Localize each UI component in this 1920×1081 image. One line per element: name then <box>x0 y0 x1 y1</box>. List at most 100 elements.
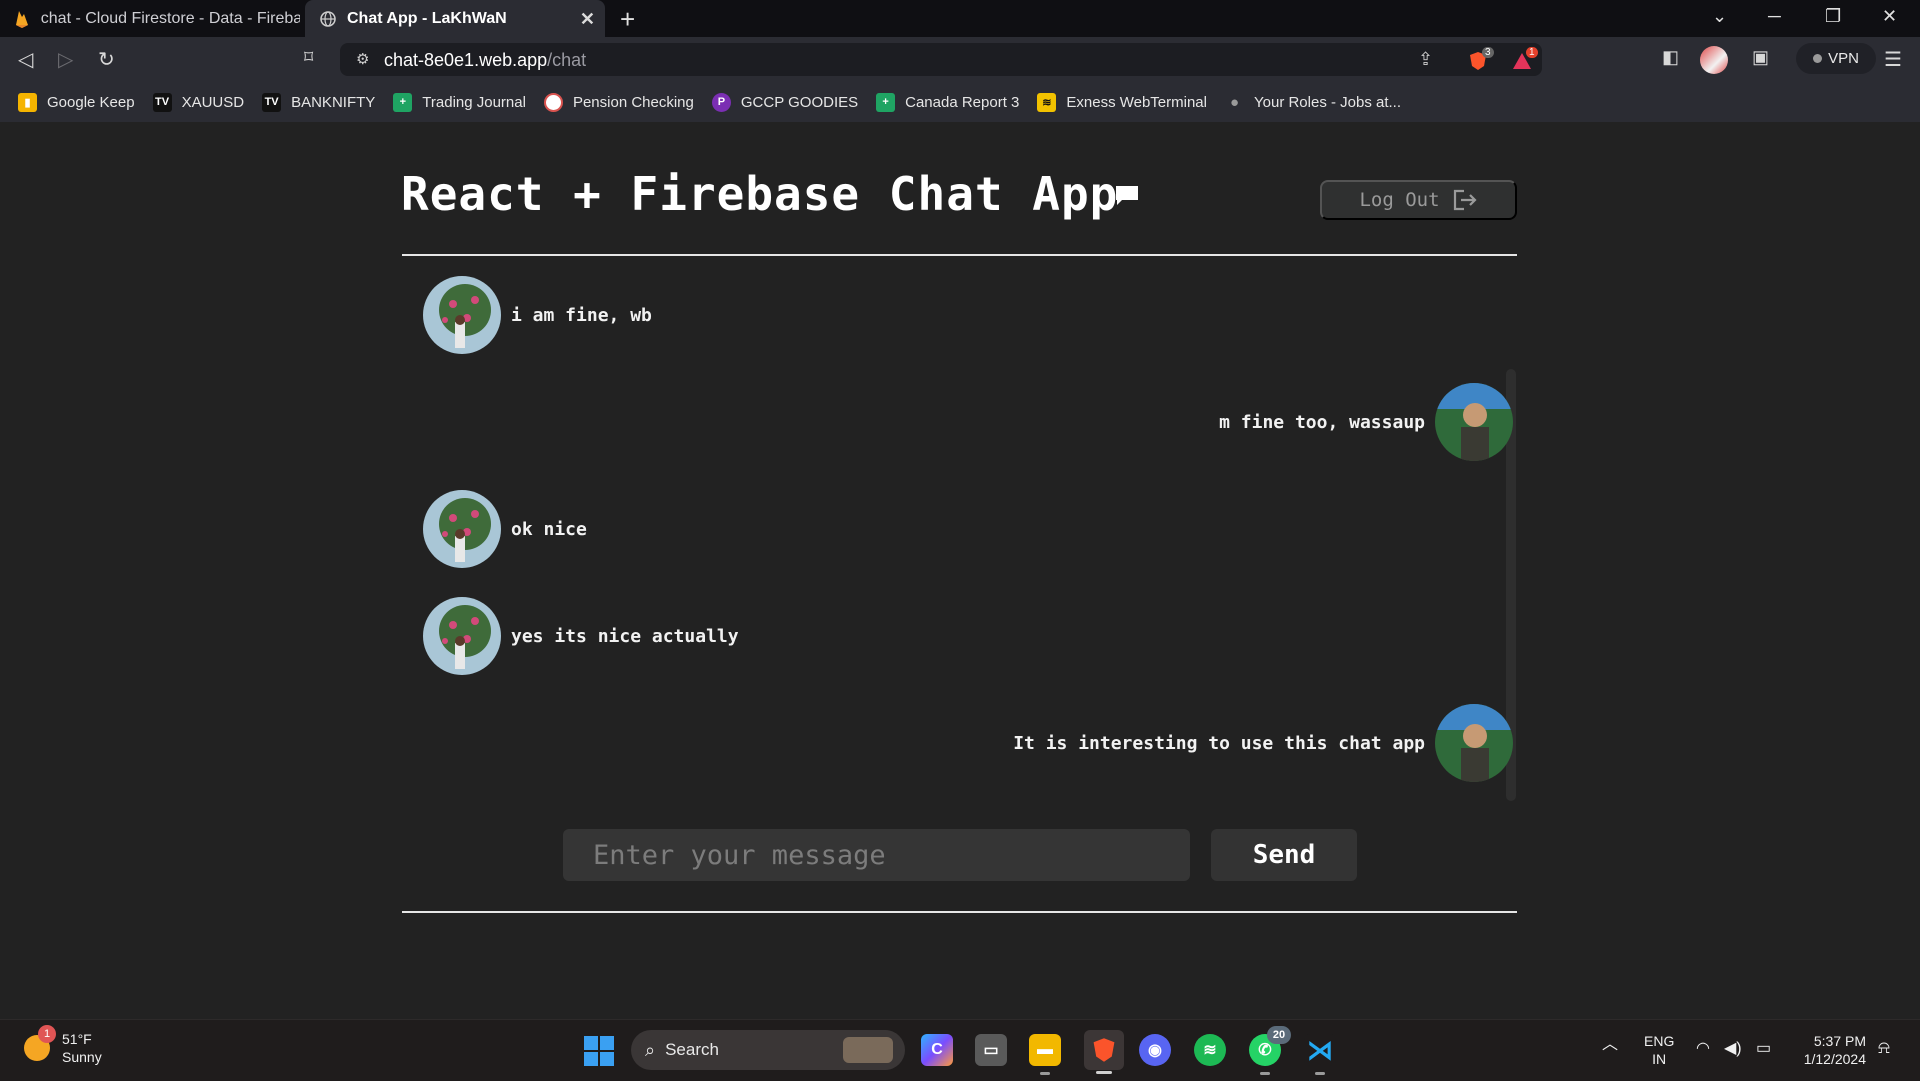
bookmark-banknifty[interactable]: TV BANKNIFTY <box>262 92 375 112</box>
close-tab-icon[interactable]: ✕ <box>580 9 595 30</box>
back-icon[interactable]: ◁ <box>18 47 33 72</box>
language-indicator[interactable]: ENG IN <box>1644 1032 1674 1068</box>
notification-center-icon[interactable]: ⍾ <box>1878 1038 1890 1056</box>
clock[interactable]: 5:37 PM 1/12/2024 <box>1796 1032 1866 1068</box>
search-highlight-image <box>843 1037 893 1063</box>
alert-count-badge: 1 <box>1526 47 1538 58</box>
bookmark-google-keep[interactable]: ▮ Google Keep <box>18 92 135 112</box>
bookmark-pension-checking[interactable]: Pension Checking <box>543 92 694 112</box>
p-icon: P <box>711 92 731 112</box>
shield-count-badge: 3 <box>1482 47 1494 58</box>
browser-toolbar: ◁ ▷ ↻ ⌑ ⚙ chat-8e0e1.web.app/chat ⇪ 3 1 … <box>0 37 1920 82</box>
message-item: i am fine, wb <box>423 276 652 354</box>
apple-icon: ● <box>1229 93 1240 111</box>
reload-icon[interactable]: ↻ <box>98 47 115 72</box>
bookmark-gccp-goodies[interactable]: P GCCP GOODIES <box>711 92 858 112</box>
footer-divider <box>402 911 1517 913</box>
taskbar-search[interactable]: ⌕ Search <box>631 1030 905 1070</box>
message-text: yes its nice actually <box>511 625 739 647</box>
bookmark-xauusd[interactable]: TV XAUUSD <box>152 92 244 112</box>
bookmarks-bar: ▮ Google Keep TV XAUUSD TV BANKNIFTY + Tradi… <box>0 82 1920 122</box>
message-text: ok nice <box>511 518 587 540</box>
lang-text: ENG <box>1644 1033 1675 1049</box>
page-title: React + Firebase Chat App <box>401 167 1119 221</box>
sheets-icon: + <box>876 92 896 112</box>
bookmark-your-roles[interactable]: ● Your Roles - Jobs at... <box>1225 93 1401 112</box>
weather-badge: 1 <box>38 1025 56 1043</box>
message-text: It is interesting to use this chat app <box>1013 732 1425 754</box>
logout-button[interactable]: Log Out <box>1320 180 1517 220</box>
google-keep-icon: ▮ <box>18 92 37 112</box>
sidebar-toggle-icon[interactable]: ◧ <box>1662 47 1679 68</box>
show-hidden-icons-chevron[interactable]: ︿ <box>1602 1036 1618 1054</box>
avatar <box>423 597 501 675</box>
whatsapp-badge: 20 <box>1267 1026 1291 1044</box>
weather-cond: Sunny <box>62 1049 102 1065</box>
task-view-icon[interactable]: ▭ <box>975 1034 1007 1066</box>
message-item: yes its nice actually <box>423 597 739 675</box>
brave-browser-icon[interactable] <box>1084 1030 1124 1074</box>
vpn-label: VPN <box>1828 50 1859 67</box>
whatsapp-icon[interactable]: ✆ 20 <box>1249 1026 1291 1075</box>
tab-search-chevron-icon[interactable]: ⌄ <box>1712 6 1727 27</box>
battery-icon[interactable]: ▭ <box>1756 1040 1771 1058</box>
spotify-icon[interactable]: ≋ <box>1194 1034 1226 1066</box>
avatar <box>423 490 501 568</box>
windows-start-icon[interactable] <box>584 1036 614 1066</box>
time-text: 5:37 PM <box>1813 1033 1866 1049</box>
file-explorer-icon[interactable]: ▬ <box>1029 1034 1061 1075</box>
copilot-icon[interactable]: C <box>921 1034 953 1066</box>
date-text: 1/12/2024 <box>1803 1051 1866 1067</box>
sun-icon: 1 <box>24 1025 56 1061</box>
avatar <box>1435 383 1513 461</box>
search-label: Search <box>665 1040 719 1059</box>
globe-icon <box>319 10 337 28</box>
sheets-icon: + <box>393 92 413 112</box>
bookmark-canada-report[interactable]: + Canada Report 3 <box>876 92 1019 112</box>
new-tab-icon[interactable]: + <box>620 4 635 35</box>
chat-bubble-icon <box>1116 186 1138 205</box>
exness-icon: ≋ <box>1037 92 1057 112</box>
close-window-icon[interactable]: ✕ <box>1882 6 1897 27</box>
pension-icon <box>543 92 563 112</box>
vscode-icon[interactable]: ⋊ <box>1304 1034 1336 1075</box>
firebase-icon <box>14 10 31 28</box>
volume-icon[interactable]: ◀) <box>1724 1040 1742 1058</box>
logout-icon <box>1453 189 1477 211</box>
weather-widget[interactable]: 1 51°F Sunny <box>24 1025 102 1066</box>
browser-tab-strip: chat - Cloud Firestore - Data - Firebase… <box>0 0 1920 37</box>
bookmark-trading-journal[interactable]: + Trading Journal <box>393 92 526 112</box>
restore-icon[interactable]: ❐ <box>1825 6 1841 27</box>
bookmark-icon[interactable]: ⌑ <box>304 47 313 68</box>
tab-title: chat - Cloud Firestore - Data - Firebase <box>40 9 300 27</box>
menu-icon[interactable]: ☰ <box>1884 47 1902 72</box>
tab-title: Chat App - LaKhWaN <box>347 9 507 27</box>
wallet-icon[interactable]: ▣ <box>1752 47 1769 68</box>
message-item: It is interesting to use this chat app <box>1013 704 1513 782</box>
url-text: chat-8e0e1.web.app/chat <box>384 50 587 70</box>
forward-icon[interactable]: ▷ <box>58 47 73 72</box>
send-button[interactable]: Send <box>1211 829 1357 881</box>
message-input[interactable] <box>563 829 1190 881</box>
profile-avatar[interactable] <box>1700 46 1728 74</box>
wifi-icon[interactable]: ◠ <box>1696 1040 1710 1058</box>
message-item: ok nice <box>423 490 587 568</box>
region-text: IN <box>1652 1051 1667 1067</box>
vpn-button[interactable]: VPN <box>1796 43 1876 74</box>
tab-chat-app[interactable]: Chat App - LaKhWaN ✕ <box>305 0 605 37</box>
minimize-icon[interactable]: ─ <box>1768 6 1781 27</box>
discord-icon[interactable]: ◉ <box>1139 1034 1171 1066</box>
bookmark-exness-webterminal[interactable]: ≋ Exness WebTerminal <box>1037 92 1207 112</box>
tradingview-icon: TV <box>152 92 172 112</box>
tab-firestore[interactable]: chat - Cloud Firestore - Data - Firebase <box>0 0 300 37</box>
logout-label: Log Out <box>1359 189 1440 211</box>
chat-page: React + Firebase Chat App Log Out i am f… <box>0 122 1920 1019</box>
address-bar[interactable]: ⚙ chat-8e0e1.web.app/chat ⇪ 3 1 <box>340 43 1542 76</box>
taskbar: 1 51°F Sunny ⌕ Search C ▭ ▬ ◉ ≋ ✆ 20 ⋊ ︿… <box>0 1019 1920 1081</box>
weather-temp: 51°F <box>62 1031 92 1047</box>
message-text: i am fine, wb <box>511 304 652 326</box>
site-settings-icon[interactable]: ⚙ <box>356 50 369 68</box>
avatar <box>423 276 501 354</box>
share-icon[interactable]: ⇪ <box>1418 49 1433 70</box>
header-divider <box>402 254 1517 256</box>
